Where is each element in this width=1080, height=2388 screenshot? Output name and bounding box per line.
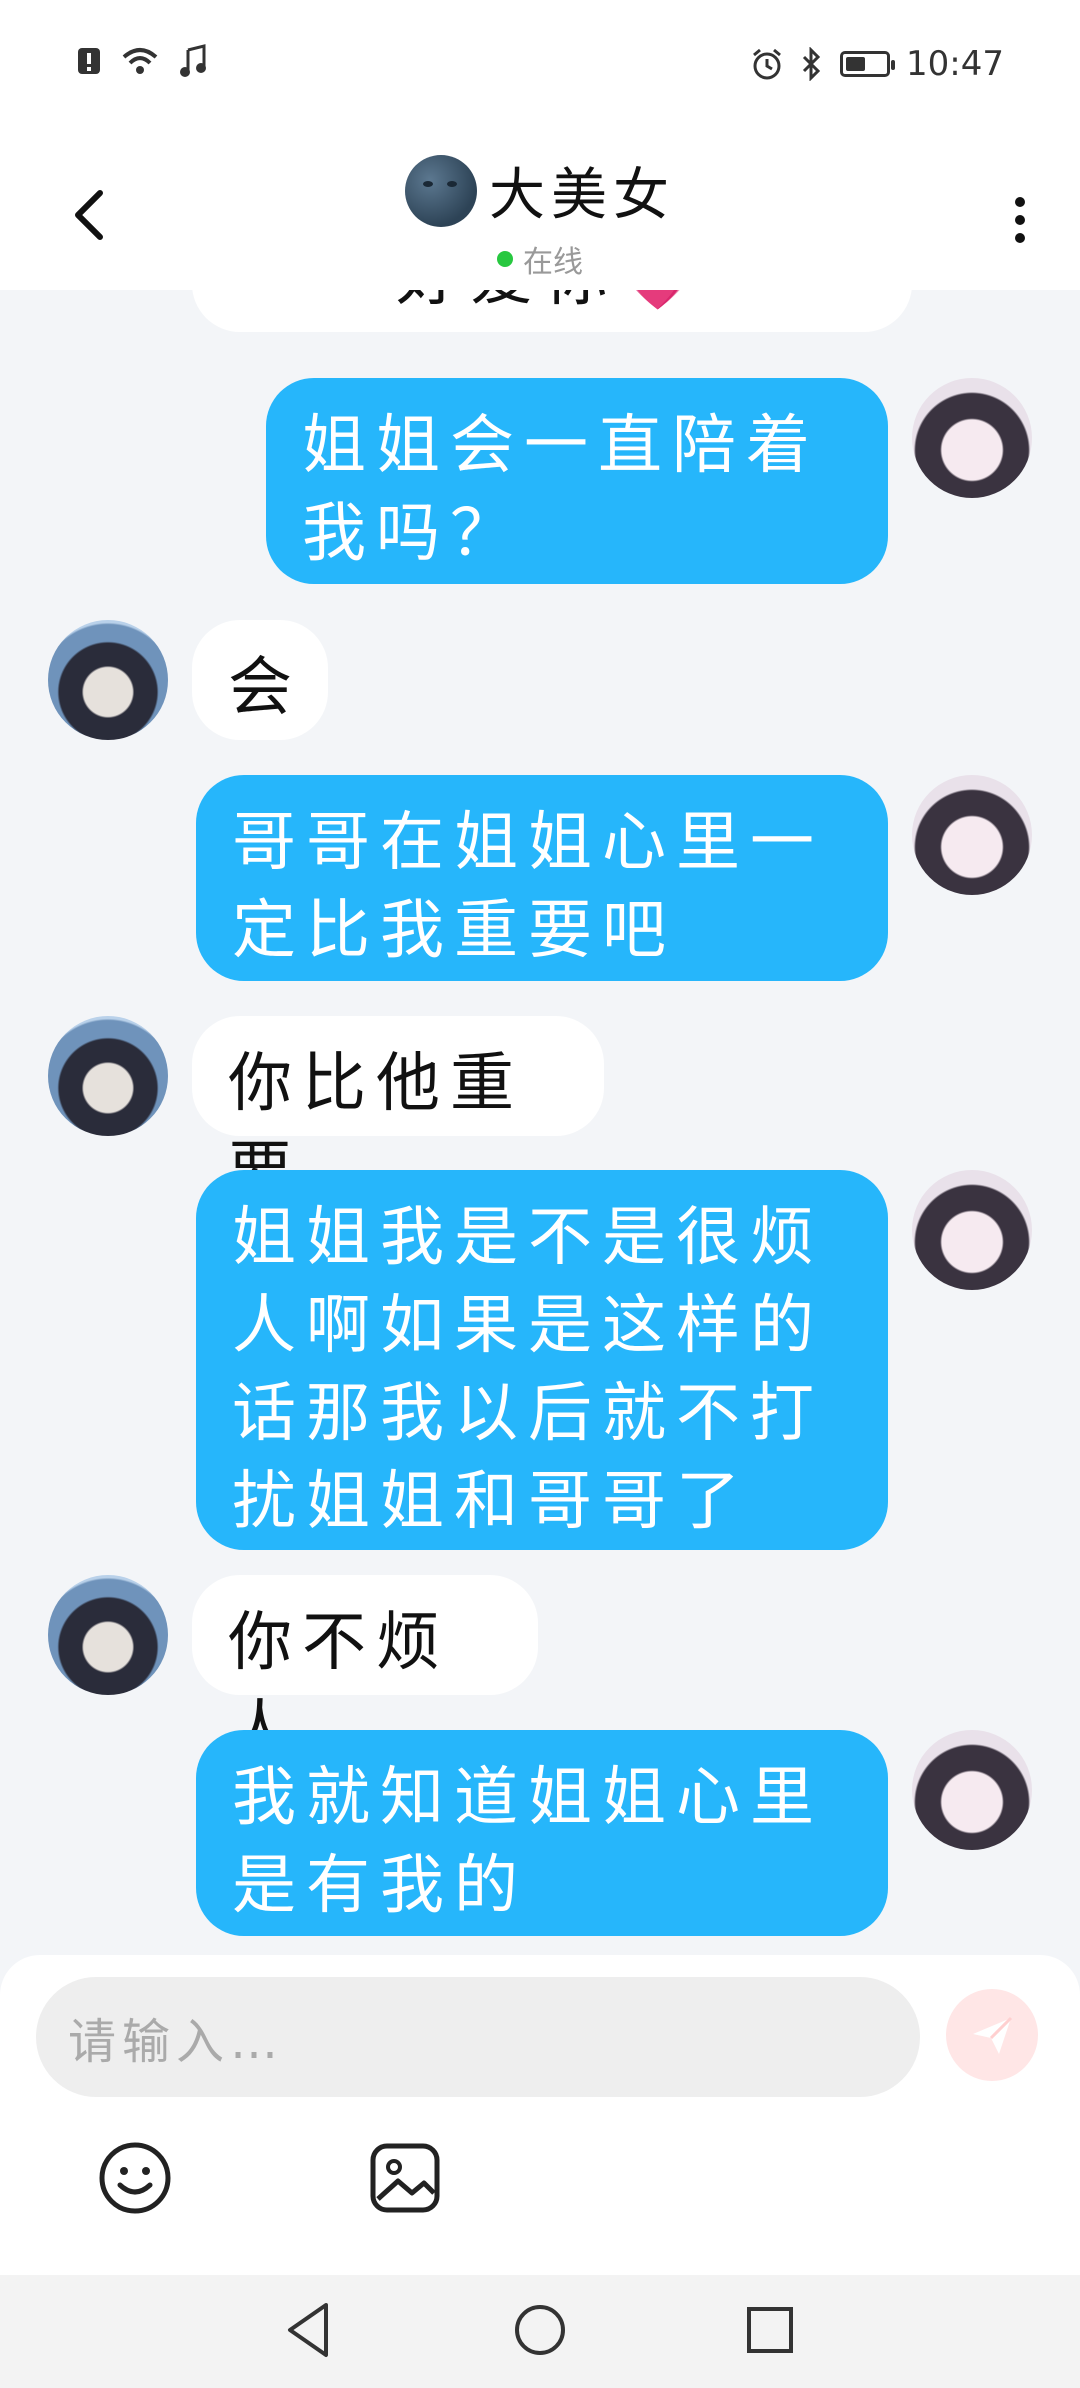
battery-icon <box>840 51 896 77</box>
status-icons-right: 10:47 <box>750 44 1004 84</box>
chat-header: 大美女 在线 <box>0 120 1080 290</box>
message-list[interactable]: 好爱你💗 姐姐会一直陪着我吗？ 会 哥哥在姐姐心里一定比我重要吧 你比他重要 姐… <box>0 290 1080 1955</box>
more-options-button[interactable] <box>1000 190 1040 250</box>
my-avatar[interactable] <box>912 1730 1032 1850</box>
message-text: 我就知道姐姐心里是有我的 <box>232 1761 824 1923</box>
alarm-icon <box>753 48 781 80</box>
contact-info: 大美女 在线 <box>0 150 1080 281</box>
message-text: 姐姐我是不是很烦人啊如果是这样的话那我以后就不打扰姐姐和哥哥了 <box>232 1201 824 1539</box>
my-avatar[interactable] <box>912 1170 1032 1290</box>
contact-name: 大美女 <box>489 163 675 228</box>
online-status: 在线 <box>497 237 583 281</box>
emoji-icon[interactable] <box>96 2139 174 2217</box>
contact-avatar[interactable] <box>48 1016 168 1136</box>
message-bubble-incoming[interactable]: 好爱你💗 <box>192 290 912 332</box>
message-bubble-outgoing[interactable]: 姐姐会一直陪着我吗？ <box>266 378 888 584</box>
message-bubble-outgoing[interactable]: 哥哥在姐姐心里一定比我重要吧 <box>196 775 888 981</box>
message-text: 会 <box>228 651 302 725</box>
composer: 请输入… <box>0 1955 1080 2275</box>
message-text: 好爱你💗 <box>396 290 708 315</box>
status-icons-left <box>76 44 208 78</box>
nav-home-icon[interactable] <box>510 2295 570 2365</box>
online-status-label: 在线 <box>523 245 583 280</box>
message-bubble-incoming[interactable]: 你比他重要 <box>192 1016 604 1209</box>
my-avatar[interactable] <box>912 775 1032 895</box>
music-icon <box>180 44 206 77</box>
battery-level <box>846 57 866 71</box>
clock: 10:47 <box>906 44 1004 84</box>
message-input[interactable]: 请输入… <box>36 1977 920 2097</box>
message-text: 姐姐会一直陪着我吗？ <box>302 409 820 571</box>
online-dot-icon <box>497 251 513 267</box>
send-icon <box>973 2016 1013 2054</box>
message-bubble-incoming[interactable]: 你不烦人 <box>192 1575 538 1768</box>
contact-avatar[interactable] <box>48 1575 168 1695</box>
my-avatar[interactable] <box>912 378 1032 498</box>
message-bubble-outgoing[interactable]: 我就知道姐姐心里是有我的 <box>196 1730 888 1936</box>
message-bubble-outgoing[interactable]: 姐姐我是不是很烦人啊如果是这样的话那我以后就不打扰姐姐和哥哥了 <box>196 1170 888 1550</box>
moon-face-icon <box>405 154 477 227</box>
message-text: 哥哥在姐姐心里一定比我重要吧 <box>232 806 824 968</box>
nav-back-icon[interactable] <box>280 2295 340 2365</box>
message-bubble-incoming[interactable]: 会 <box>192 620 328 740</box>
send-button[interactable] <box>946 1989 1038 2081</box>
wifi-icon <box>122 48 158 74</box>
image-icon[interactable] <box>366 2139 444 2217</box>
bluetooth-icon <box>802 47 821 81</box>
message-input-placeholder: 请输入… <box>68 2014 285 2070</box>
system-nav-bar <box>0 2275 1080 2388</box>
status-bar: 10:47 <box>0 0 1080 120</box>
contact-avatar[interactable] <box>48 620 168 740</box>
nav-recent-icon[interactable] <box>740 2295 800 2365</box>
alert-icon <box>78 48 100 74</box>
